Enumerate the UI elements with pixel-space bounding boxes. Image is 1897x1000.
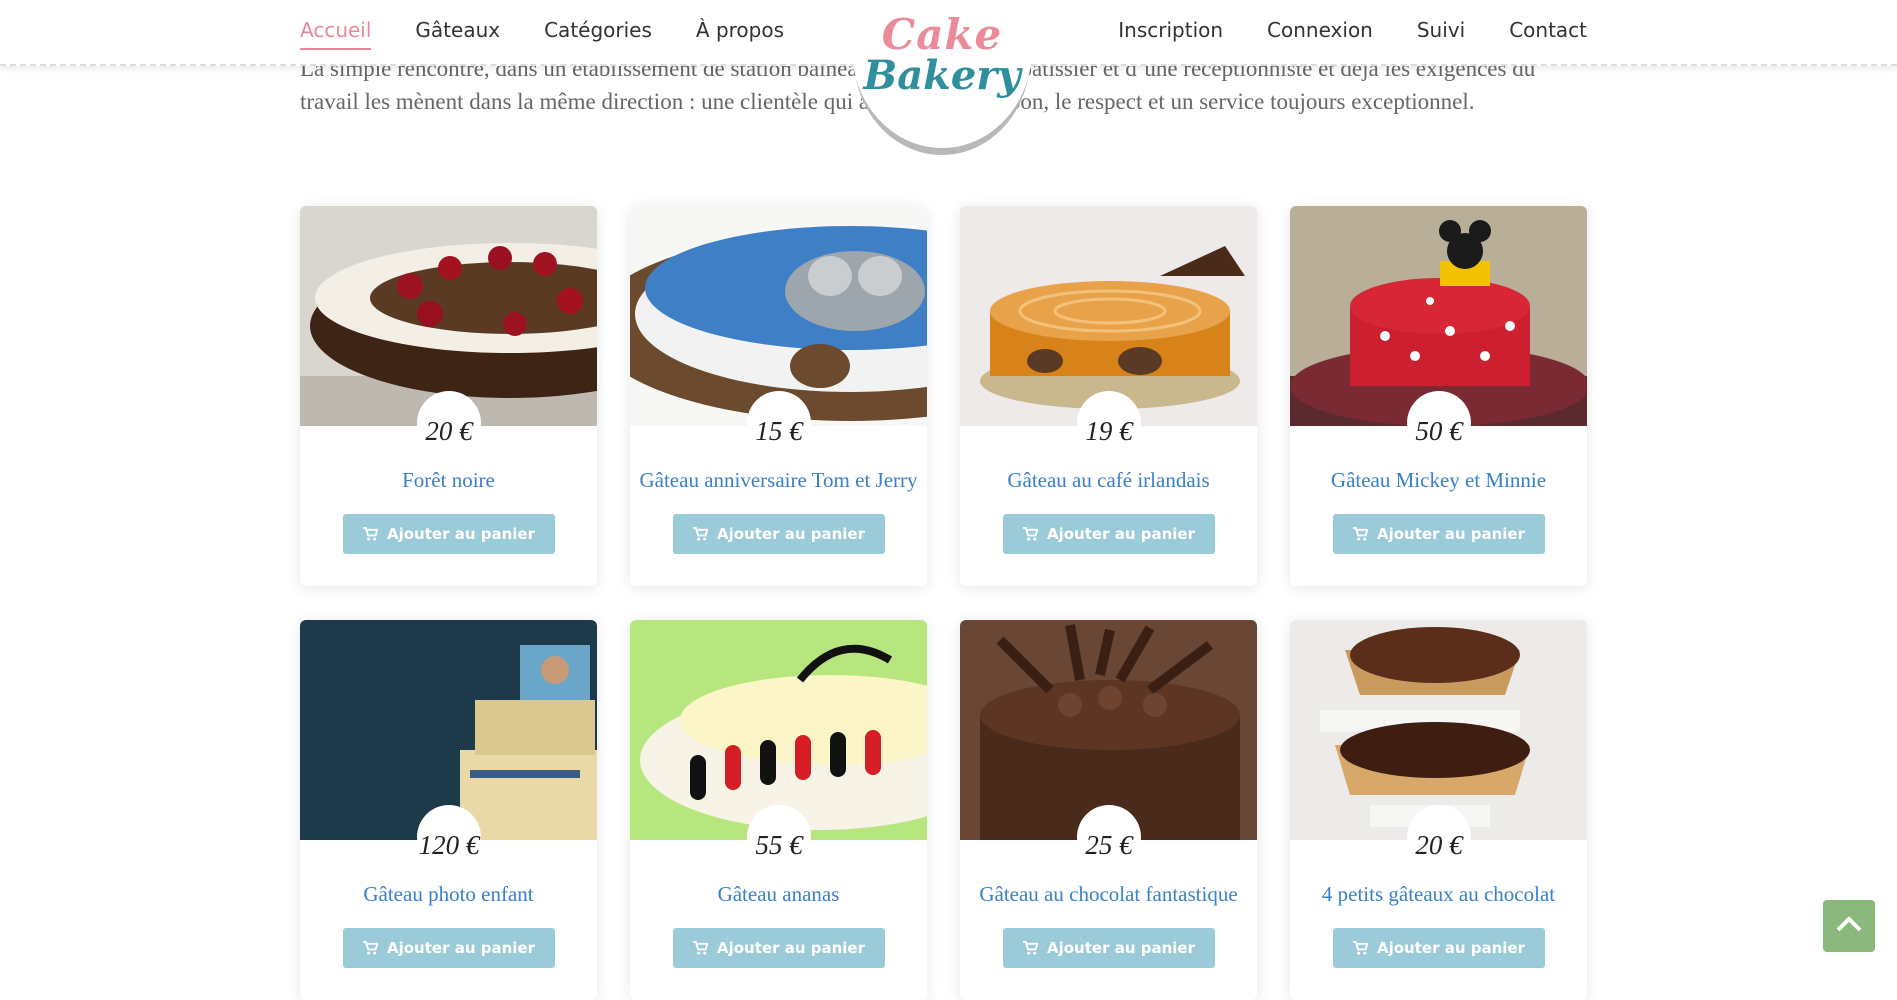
price-badge: 20 € <box>417 391 481 455</box>
nav-right: Inscription Connexion Suivi Contact <box>1118 18 1587 48</box>
nav-left: Accueil Gâteaux Catégories À propos <box>300 18 784 50</box>
nav-connexion[interactable]: Connexion <box>1267 18 1373 48</box>
add-to-cart-label: Ajouter au panier <box>717 939 865 957</box>
add-to-cart-button[interactable]: Ajouter au panier <box>1003 928 1215 968</box>
chevron-up-icon <box>1836 916 1862 936</box>
product-title[interactable]: Gâteau anniversaire Tom et Jerry <box>630 468 927 493</box>
price-badge: 20 € <box>1407 805 1471 869</box>
logo-word-bakery: Bakery <box>863 52 1021 99</box>
back-to-top-button[interactable] <box>1823 900 1875 952</box>
product-title[interactable]: Gâteau photo enfant <box>300 882 597 907</box>
site-logo[interactable]: Cake Bakery <box>852 0 1032 148</box>
price-badge: 55 € <box>747 805 811 869</box>
price-badge: 19 € <box>1077 391 1141 455</box>
add-to-cart-label: Ajouter au panier <box>717 525 865 543</box>
nav-inscription[interactable]: Inscription <box>1118 18 1223 48</box>
nav-gateaux[interactable]: Gâteaux <box>415 18 500 50</box>
add-to-cart-button[interactable]: Ajouter au panier <box>343 514 555 554</box>
add-to-cart-button[interactable]: Ajouter au panier <box>343 928 555 968</box>
cart-icon <box>693 941 708 955</box>
add-to-cart-button[interactable]: Ajouter au panier <box>673 928 885 968</box>
product-card: 50 € Gâteau Mickey et Minnie Ajouter au … <box>1290 206 1587 586</box>
product-card: 19 € Gâteau au café irlandais Ajouter au… <box>960 206 1257 586</box>
product-card: 20 € Forêt noire Ajouter au panier <box>300 206 597 586</box>
product-title[interactable]: 4 petits gâteaux au chocolat <box>1290 882 1587 907</box>
product-title[interactable]: Gâteau ananas <box>630 882 927 907</box>
add-to-cart-button[interactable]: Ajouter au panier <box>1333 514 1545 554</box>
cart-icon <box>1023 527 1038 541</box>
product-card: 20 € 4 petits gâteaux au chocolat Ajoute… <box>1290 620 1587 1000</box>
add-to-cart-label: Ajouter au panier <box>1047 525 1195 543</box>
add-to-cart-label: Ajouter au panier <box>1047 939 1195 957</box>
nav-suivi[interactable]: Suivi <box>1417 18 1465 48</box>
product-card: 120 € Gâteau photo enfant Ajouter au pan… <box>300 620 597 1000</box>
add-to-cart-label: Ajouter au panier <box>387 525 535 543</box>
price-badge: 25 € <box>1077 805 1141 869</box>
product-title[interactable]: Gâteau au café irlandais <box>960 468 1257 493</box>
product-card: 25 € Gâteau au chocolat fantastique Ajou… <box>960 620 1257 1000</box>
add-to-cart-label: Ajouter au panier <box>1377 939 1525 957</box>
price-badge: 50 € <box>1407 391 1471 455</box>
nav-categories[interactable]: Catégories <box>544 18 652 50</box>
add-to-cart-label: Ajouter au panier <box>387 939 535 957</box>
add-to-cart-button[interactable]: Ajouter au panier <box>1003 514 1215 554</box>
product-title[interactable]: Gâteau Mickey et Minnie <box>1290 468 1587 493</box>
cart-icon <box>693 527 708 541</box>
cart-icon <box>363 527 378 541</box>
cart-icon <box>1023 941 1038 955</box>
add-to-cart-button[interactable]: Ajouter au panier <box>1333 928 1545 968</box>
product-card: 15 € Gâteau anniversaire Tom et Jerry Aj… <box>630 206 927 586</box>
cart-icon <box>363 941 378 955</box>
price-badge: 15 € <box>747 391 811 455</box>
product-card: 55 € Gâteau ananas Ajouter au panier <box>630 620 927 1000</box>
product-title[interactable]: Forêt noire <box>300 468 597 493</box>
cart-icon <box>1353 941 1368 955</box>
nav-accueil[interactable]: Accueil <box>300 18 372 50</box>
price-badge: 120 € <box>417 805 481 869</box>
nav-a-propos[interactable]: À propos <box>696 18 784 50</box>
add-to-cart-button[interactable]: Ajouter au panier <box>673 514 885 554</box>
product-title[interactable]: Gâteau au chocolat fantastique <box>960 882 1257 907</box>
cart-icon <box>1353 527 1368 541</box>
nav-contact[interactable]: Contact <box>1509 18 1587 48</box>
add-to-cart-label: Ajouter au panier <box>1377 525 1525 543</box>
